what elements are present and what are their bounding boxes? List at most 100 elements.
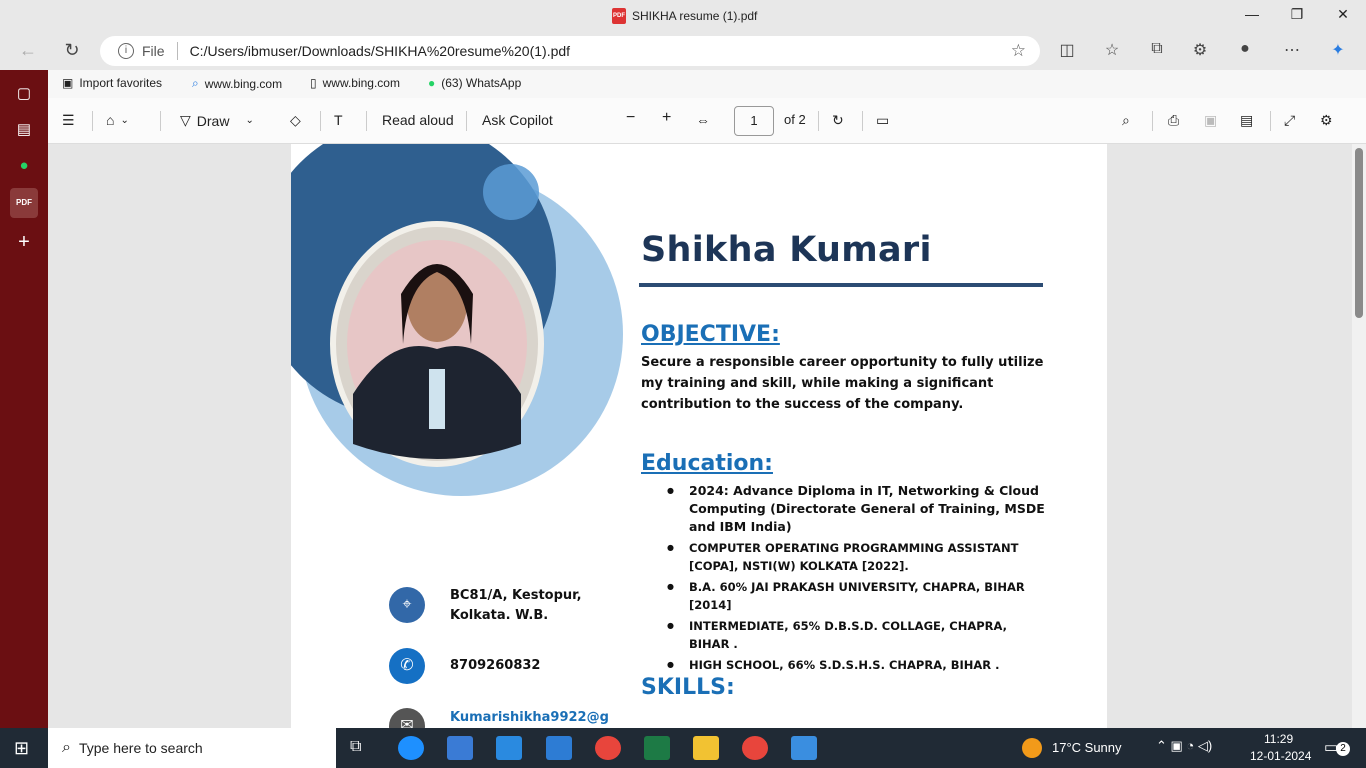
- save-icon[interactable]: ▣: [1204, 112, 1217, 129]
- excel-icon[interactable]: [644, 736, 670, 760]
- pdf-file-icon: PDF: [612, 8, 626, 24]
- address-bar[interactable]: i File C:/Users/ibmuser/Downloads/SHIKHA…: [100, 36, 1040, 66]
- objective-heading: OBJECTIVE:: [641, 322, 780, 347]
- favorite-whatsapp[interactable]: ● (63) WhatsApp: [428, 76, 521, 90]
- whatsapp-icon[interactable]: ●: [12, 154, 36, 178]
- restore-button[interactable]: ❐: [1282, 6, 1312, 23]
- list-item: 2024: Advance Diploma in IT, Networking …: [667, 482, 1049, 536]
- text-box-icon[interactable]: T: [334, 112, 343, 128]
- minimize-button[interactable]: —: [1237, 6, 1267, 22]
- clock-date[interactable]: 12-01-2024: [1250, 749, 1311, 763]
- more-menu-icon[interactable]: ⋯: [1280, 40, 1304, 60]
- search-icon: ⌕: [62, 739, 71, 756]
- divider: [1152, 111, 1153, 131]
- settings-icon[interactable]: ⚙: [1320, 112, 1333, 129]
- weather-icon: [1022, 738, 1042, 758]
- draw-icon: ▽: [180, 112, 191, 128]
- ask-copilot-button[interactable]: Ask Copilot: [482, 112, 553, 128]
- left-sidebar: ▢ ▤ ● PDF +: [0, 70, 48, 728]
- read-aloud-button[interactable]: Read aloud: [382, 112, 454, 128]
- import-icon: ▣: [62, 76, 74, 90]
- chrome-icon[interactable]: [595, 736, 621, 760]
- whatsapp-icon: ●: [428, 76, 436, 90]
- notification-count: 2: [1336, 742, 1350, 756]
- page-number-input[interactable]: 1: [734, 106, 774, 136]
- url-text[interactable]: C:/Users/ibmuser/Downloads/SHIKHA%20resu…: [190, 43, 570, 59]
- mail-icon[interactable]: [496, 736, 522, 760]
- zoom-in-button[interactable]: +: [662, 109, 671, 127]
- tab-actions-icon[interactable]: ▢: [12, 82, 36, 106]
- refresh-button[interactable]: ↻: [60, 40, 84, 61]
- taskbar-search[interactable]: ⌕ Type here to search: [48, 728, 336, 768]
- vscode-icon[interactable]: [546, 736, 572, 760]
- draw-button[interactable]: ▽ Draw ⌄: [180, 112, 254, 129]
- contents-icon[interactable]: ☰: [62, 112, 75, 129]
- split-screen-icon[interactable]: ◫: [1055, 40, 1079, 60]
- pdf-viewer[interactable]: Shikha Kumari OBJECTIVE: Secure a respon…: [48, 144, 1352, 728]
- favorite-import[interactable]: ▣ Import favorites: [62, 76, 162, 90]
- education-heading: Education:: [641, 451, 773, 476]
- store-icon[interactable]: [447, 736, 473, 760]
- divider: [818, 111, 819, 131]
- divider: [320, 111, 321, 131]
- add-tab-icon[interactable]: +: [12, 230, 36, 254]
- chrome-icon[interactable]: [742, 736, 768, 760]
- tray-icons[interactable]: ⌃ ▣ ◔ ◁): [1156, 738, 1212, 754]
- divider: [1270, 111, 1271, 131]
- divider: [366, 111, 367, 131]
- favorite-bing-1[interactable]: ⌕ www.bing.com: [192, 76, 282, 91]
- eraser-icon[interactable]: ◇: [290, 112, 301, 129]
- scrollbar-thumb[interactable]: [1355, 148, 1363, 318]
- title-bar: PDF SHIKHA resume (1).pdf — ❐ ✕: [0, 0, 1366, 32]
- skills-heading: SKILLS:: [641, 675, 735, 700]
- favorite-star-icon[interactable]: ☆: [1011, 41, 1026, 61]
- phone-text: 8709260832: [450, 658, 541, 673]
- fit-page-icon[interactable]: ⇔: [696, 112, 710, 128]
- email-text[interactable]: Kumarishikha9922@g: [450, 708, 609, 728]
- phone-icon: ✆: [389, 648, 425, 684]
- pdf-page: Shikha Kumari OBJECTIVE: Secure a respon…: [291, 144, 1107, 728]
- zoom-out-button[interactable]: −: [626, 109, 635, 127]
- divider: [862, 111, 863, 131]
- windows-start-icon[interactable]: ⊞: [14, 738, 29, 759]
- rotate-icon[interactable]: ↻: [832, 112, 844, 129]
- print-icon[interactable]: ⎙: [1168, 112, 1179, 129]
- info-icon[interactable]: i: [118, 43, 134, 59]
- search-icon[interactable]: ⌕: [1122, 112, 1130, 129]
- back-button[interactable]: ←: [16, 40, 40, 61]
- divider: [466, 111, 467, 131]
- divider: [176, 42, 178, 60]
- clock-time[interactable]: 11:29: [1264, 732, 1293, 746]
- address-text: BC81/A, Kestopur, Kolkata. W.B.: [450, 588, 582, 623]
- resume-name: Shikha Kumari: [641, 230, 932, 270]
- copilot-icon[interactable]: ✦: [1326, 40, 1350, 60]
- list-item: INTERMEDIATE, 65% D.B.S.D. COLLAGE, CHAP…: [667, 617, 1049, 653]
- task-view-icon[interactable]: ⧉: [350, 738, 361, 756]
- highlight-icon[interactable]: ⌂ ⌄: [106, 112, 129, 128]
- close-button[interactable]: ✕: [1328, 6, 1358, 23]
- extensions-icon[interactable]: ⚙: [1188, 40, 1212, 60]
- edge-icon[interactable]: [398, 736, 424, 760]
- page-total: of 2: [784, 112, 806, 127]
- favorite-bing-2[interactable]: ▯ www.bing.com: [310, 76, 400, 90]
- vertical-scrollbar[interactable]: [1352, 144, 1366, 728]
- weather-text[interactable]: 17°C Sunny: [1052, 740, 1122, 755]
- favorites-icon[interactable]: ☆: [1100, 40, 1124, 60]
- fullscreen-icon[interactable]: ⤢: [1284, 112, 1295, 129]
- profile-icon[interactable]: ●: [1233, 40, 1257, 58]
- photos-icon[interactable]: [791, 736, 817, 760]
- taskbar: ⊞ ⌕ Type here to search ⧉ 17°C Sunny ⌃ ▣…: [0, 728, 1366, 768]
- workspaces-icon[interactable]: ▤: [12, 118, 36, 142]
- education-list: 2024: Advance Diploma in IT, Networking …: [667, 482, 1049, 677]
- pdf-toolbar: ☰ ⌂ ⌄ ▽ Draw ⌄ ◇ T Read aloud Ask Copilot …: [48, 98, 1366, 144]
- page-icon: ▯: [310, 76, 317, 90]
- address-row: ← ↻ i File C:/Users/ibmuser/Downloads/SH…: [0, 32, 1366, 70]
- save-as-icon[interactable]: ▤: [1240, 112, 1253, 129]
- page-view-icon[interactable]: ▭: [876, 112, 889, 129]
- list-item: HIGH SCHOOL, 66% S.D.S.H.S. CHAPRA, BIHA…: [667, 656, 1049, 674]
- collections-icon[interactable]: ⧉: [1145, 40, 1169, 58]
- objective-text: Secure a responsible career opportunity …: [641, 355, 1044, 412]
- file-explorer-icon[interactable]: [693, 736, 719, 760]
- scheme-label: File: [142, 43, 165, 59]
- pdf-tab-icon[interactable]: PDF: [10, 188, 38, 218]
